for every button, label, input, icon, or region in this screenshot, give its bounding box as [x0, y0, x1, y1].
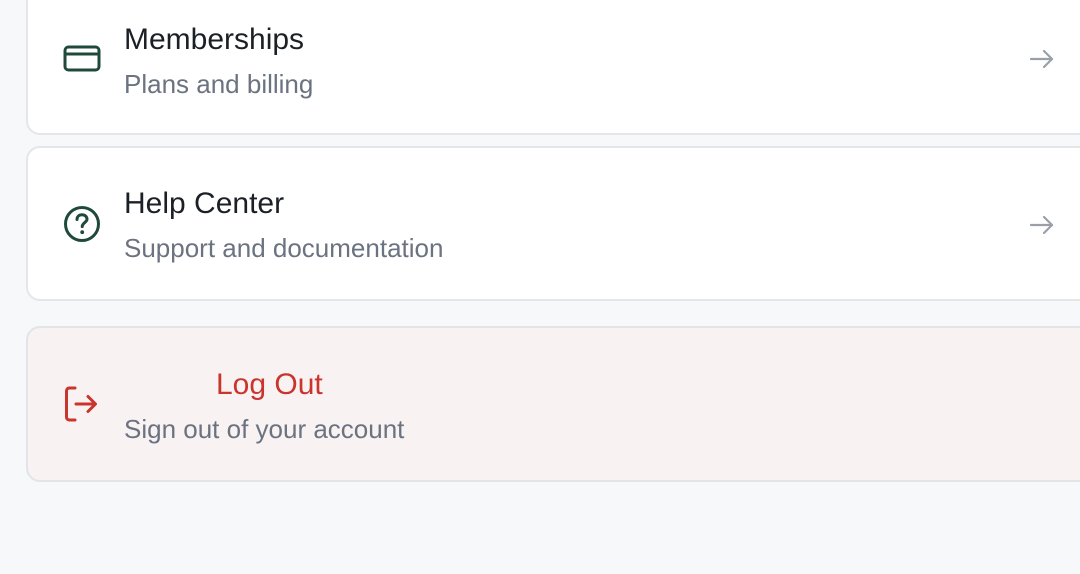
- settings-menu-page: Memberships Plans and billing Help Cente…: [0, 0, 1080, 574]
- arrow-right-icon: [1026, 209, 1058, 241]
- help-center-subtitle: Support and documentation: [124, 233, 444, 263]
- log-out-title: Log Out: [216, 368, 323, 401]
- log-out-subtitle: Sign out of your account: [124, 414, 405, 444]
- help-center-menu-item[interactable]: Help Center Support and documentation: [26, 146, 1080, 301]
- help-center-title: Help Center: [124, 187, 285, 220]
- log-out-button[interactable]: Log Out Sign out of your account: [26, 326, 1080, 482]
- memberships-title: Memberships: [124, 23, 305, 56]
- memberships-menu-item[interactable]: Memberships Plans and billing: [26, 0, 1080, 135]
- log-out-icon: [62, 384, 102, 424]
- memberships-subtitle: Plans and billing: [124, 69, 314, 99]
- credit-card-icon: [62, 38, 102, 78]
- arrow-right-icon: [1026, 43, 1058, 75]
- question-circle-icon: [62, 204, 102, 244]
